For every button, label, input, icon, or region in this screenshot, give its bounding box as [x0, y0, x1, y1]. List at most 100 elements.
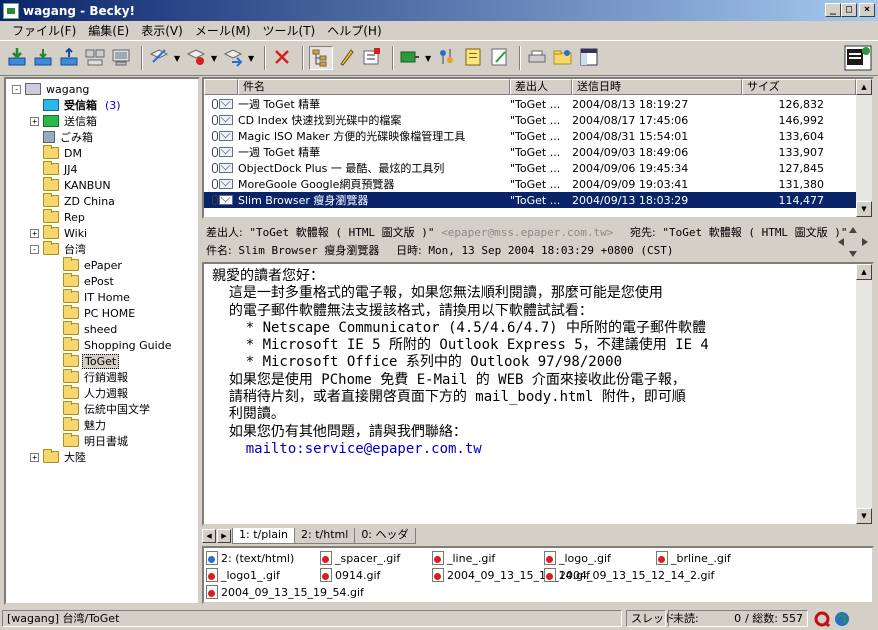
folder-item[interactable]: PC HOME [50, 305, 137, 321]
message-row[interactable]: CD Index 快速找到光碟中的檔案 "ToGet ... 2004/08/17 … [204, 112, 856, 128]
status-thread-toggle[interactable]: スレッド [626, 610, 675, 627]
tab-text-plain[interactable]: 1: t/plain [232, 528, 296, 544]
col-size-header[interactable]: サイズ [742, 79, 856, 95]
collapse-button[interactable]: - [30, 244, 39, 254]
scroll-down-button[interactable]: ▼ [856, 508, 872, 524]
message-body-pane[interactable]: 親愛的讀者您好： 這是一封多重格式的電子報，如果您無法順利閱讀，那麼可能是您使用… [202, 262, 874, 526]
folder-item[interactable]: ePost [50, 273, 116, 289]
online-button[interactable] [110, 46, 134, 70]
attachment-item[interactable]: _logo_.gif [544, 550, 611, 566]
message-row[interactable]: ObjectDock Plus 一 最酷、最炫的工具列 "ToGet ... 200… [204, 160, 856, 176]
reply-button[interactable] [185, 46, 209, 70]
message-row[interactable]: 一週 ToGet 精華 "ToGet ... 2004/08/13 18:19:27… [204, 96, 856, 112]
menu-mail[interactable]: メール(M) [189, 22, 257, 39]
flag-button[interactable] [335, 46, 359, 70]
header-to-value[interactable]: "ToGet 軟體報 ( HTML 圖文版 )" [662, 226, 847, 239]
scroll-down-button[interactable]: ▼ [856, 201, 872, 217]
address-book-button[interactable] [436, 46, 460, 70]
folder-item[interactable]: ToGet [50, 353, 120, 369]
folder-item[interactable]: 行銷週報 [50, 369, 130, 385]
expand-button[interactable]: + [30, 228, 39, 238]
folder-item[interactable]: - 台湾 [30, 241, 88, 257]
folder-item[interactable]: 明日書城 [50, 433, 130, 449]
expand-button[interactable]: + [30, 116, 39, 126]
mark-button[interactable] [361, 46, 385, 70]
attachment-item[interactable]: _spacer_.gif [320, 550, 400, 566]
folder-item[interactable]: ZD China [30, 193, 117, 209]
attachment-item[interactable]: _brline_.gif [656, 550, 731, 566]
message-row[interactable]: 一週 ToGet 精華 "ToGet ... 2004/09/03 18:49:06… [204, 144, 856, 160]
menu-file[interactable]: ファイル(F) [6, 22, 82, 39]
attachment-item[interactable]: 2004_09_13_15_12_14_2.gif [544, 567, 714, 583]
folder-item[interactable]: sheed [50, 321, 119, 337]
header-from-address[interactable]: <epaper@mss.epaper.com.tw> [441, 226, 613, 239]
folder-item[interactable]: + 送信箱 [30, 113, 99, 129]
scroll-up-button[interactable]: ▲ [856, 264, 872, 280]
tab-scroll-left-button[interactable]: ◀ [202, 529, 216, 543]
scroll-up-button[interactable]: ▲ [856, 79, 872, 95]
menu-tools[interactable]: ツール(T) [257, 22, 322, 39]
message-row[interactable]: MoreGoole Google網頁預覽器 "ToGet ... 2004/09/0… [204, 176, 856, 192]
attachment-item[interactable]: _logo1_.gif [206, 567, 280, 583]
col-date-header[interactable]: 送信日時 [572, 79, 742, 95]
folder-item[interactable]: + Wiki [30, 225, 89, 241]
menu-edit[interactable]: 編集(E) [82, 22, 135, 39]
notepad-button[interactable] [462, 46, 486, 70]
folder-item[interactable]: ごみ箱 [30, 129, 95, 145]
delete-button[interactable] [271, 46, 295, 70]
disconnect-button[interactable] [84, 46, 108, 70]
mailto-link[interactable]: mailto:service@epaper.com.tw [212, 441, 709, 458]
expand-button[interactable]: + [30, 452, 39, 462]
col-from-header[interactable]: 差出人 [510, 79, 572, 95]
edit-note-button[interactable] [488, 46, 512, 70]
menu-view[interactable]: 表示(V) [135, 22, 189, 39]
message-body-scrollbar[interactable]: ▲ ▼ [856, 264, 872, 524]
folder-item[interactable]: JJ4 [30, 161, 80, 177]
tab-text-html[interactable]: 2: t/html [294, 528, 356, 544]
col-icon-header[interactable] [204, 79, 238, 95]
message-row[interactable]: Slim Browser 瘦身瀏覽器 "ToGet ... 2004/09/13 1… [204, 192, 856, 208]
maximize-button[interactable]: □ [841, 3, 857, 17]
header-from-value[interactable]: "ToGet 軟體報 ( HTML 圖文版 )" [249, 226, 434, 239]
send-button[interactable] [58, 46, 82, 70]
message-nav-pad-icon[interactable] [836, 225, 870, 259]
folder-item[interactable]: ePaper [50, 257, 124, 273]
thread-view-button[interactable] [309, 46, 333, 70]
folder-item[interactable]: Shopping Guide [50, 337, 173, 353]
collapse-button[interactable]: - [12, 84, 21, 94]
print-button[interactable] [526, 46, 550, 70]
folder-item[interactable]: 受信箱 (3) [30, 97, 121, 113]
receive-button[interactable] [32, 46, 56, 70]
message-row[interactable]: Magic ISO Maker 方便的光碟映像檔管理工具 "ToGet ... 20… [204, 128, 856, 144]
folder-item[interactable]: - wagang [12, 81, 91, 97]
col-subject-header[interactable]: 件名 [238, 79, 510, 95]
compose-dropdown[interactable]: ▼ [174, 54, 182, 63]
filter-button[interactable] [399, 46, 423, 70]
folder-item[interactable]: 魅力 [50, 417, 108, 433]
quota-icon[interactable] [814, 611, 832, 627]
folder-item[interactable]: 人力週報 [50, 385, 130, 401]
globe-icon[interactable] [834, 611, 850, 627]
layout-button[interactable] [578, 46, 602, 70]
forward-button[interactable] [222, 46, 246, 70]
folder-item[interactable]: 伝統中国文学 [50, 401, 152, 417]
close-button[interactable]: × [859, 3, 875, 17]
compose-button[interactable] [148, 46, 172, 70]
folder-item[interactable]: KANBUN [30, 177, 113, 193]
attachment-item[interactable]: 2: (text/html) [206, 550, 294, 566]
folder-item[interactable]: DM [30, 145, 84, 161]
open-folder-button[interactable] [552, 46, 576, 70]
receive-all-button[interactable] [6, 46, 30, 70]
message-list[interactable]: 件名 差出人 送信日時 サイズ 一週 ToGet 精華 "ToGet ... 200… [202, 77, 874, 219]
folder-item[interactable]: IT Home [50, 289, 132, 305]
filter-dropdown[interactable]: ▼ [425, 54, 433, 63]
minimize-button[interactable]: _ [825, 3, 841, 17]
message-list-scrollbar[interactable]: ▲ ▼ [856, 79, 872, 217]
menu-help[interactable]: ヘルプ(H) [321, 22, 387, 39]
attachment-item[interactable]: 2004_09_13_15_19_54.gif [206, 584, 364, 600]
tab-scroll-right-button[interactable]: ▶ [217, 529, 231, 543]
folder-item[interactable]: Rep [30, 209, 87, 225]
folder-tree[interactable]: - wagang 受信箱 (3) + 送信箱 ごみ箱 DM JJ4 KANBUN ZD China R… [4, 77, 200, 605]
reply-dropdown[interactable]: ▼ [211, 54, 219, 63]
new-mail-indicator-icon[interactable] [844, 45, 872, 71]
